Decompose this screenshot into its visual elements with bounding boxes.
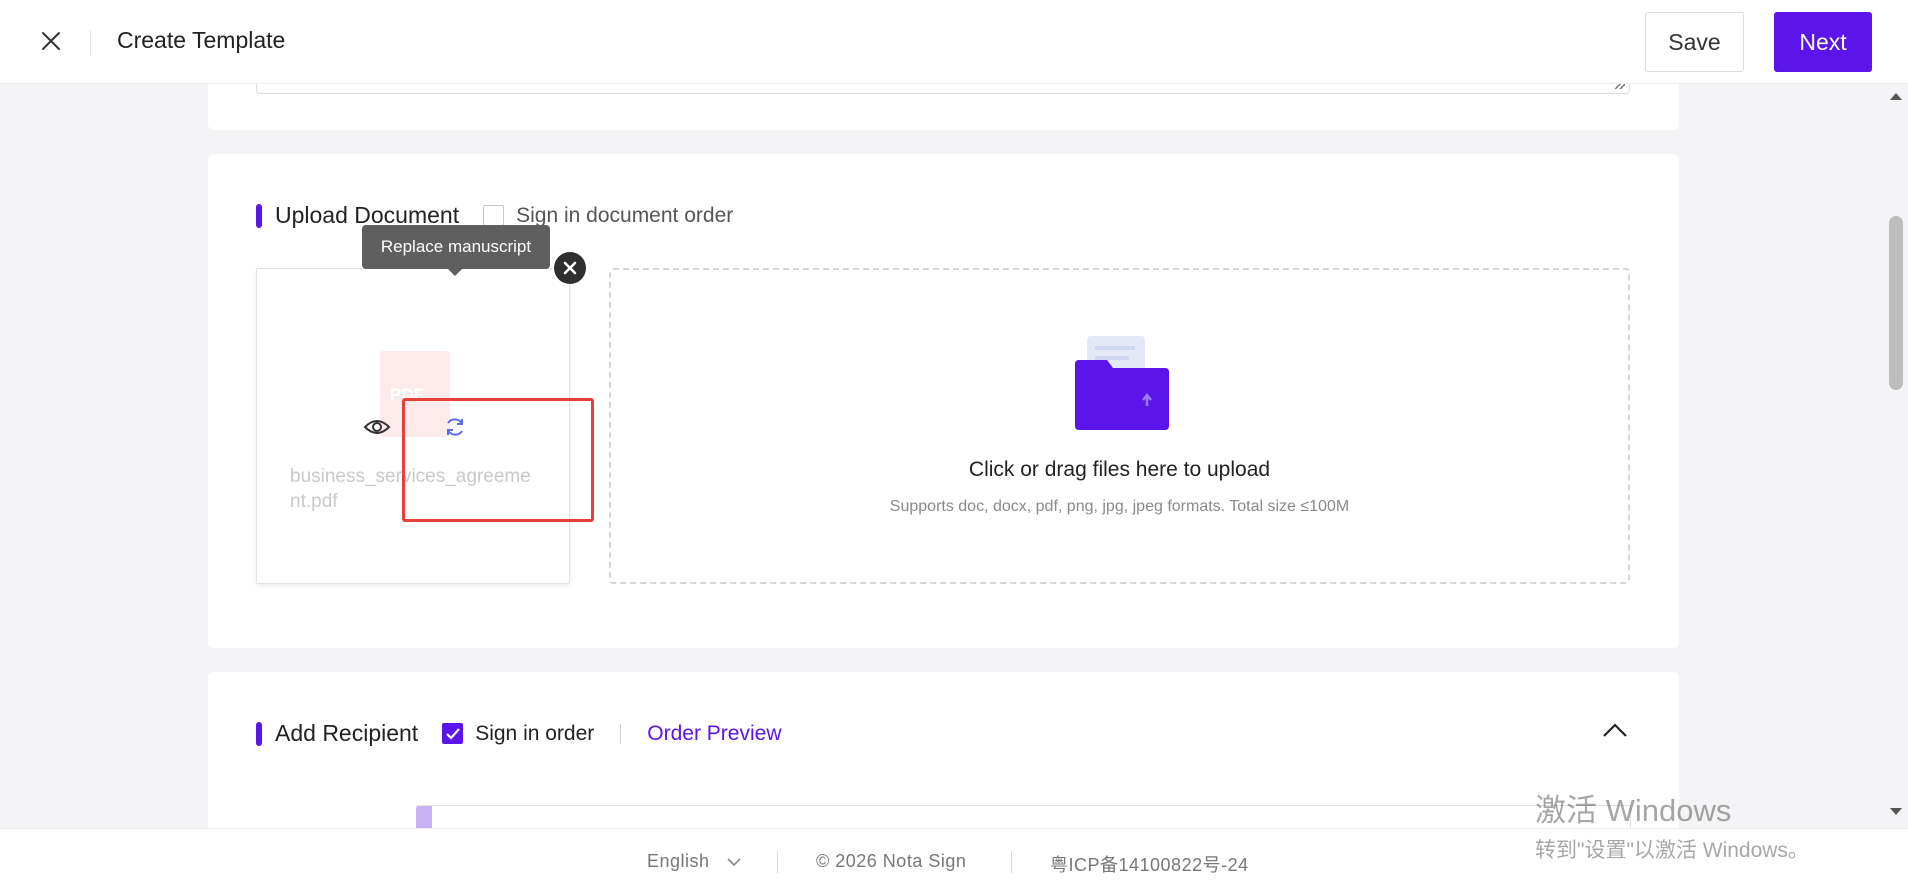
section-accent-bar bbox=[256, 721, 262, 746]
add-recipient-card: Add Recipient Sign in order Order Previe… bbox=[208, 672, 1679, 865]
icp-text[interactable]: 粤ICP备14100822号-24 bbox=[1050, 851, 1249, 877]
refresh-icon bbox=[447, 418, 463, 436]
header-separator bbox=[620, 723, 622, 744]
document-tile[interactable]: PDF business_services_agreement.pdf bbox=[256, 268, 570, 584]
replace-document-button[interactable] bbox=[443, 415, 467, 439]
scrollbar-track[interactable] bbox=[1884, 84, 1908, 828]
scrollbar-thumb[interactable] bbox=[1889, 216, 1903, 390]
order-preview-link[interactable]: Order Preview bbox=[647, 722, 781, 746]
recipient-section-header: Add Recipient Sign in order Order Previe… bbox=[256, 720, 781, 747]
page-title: Create Template bbox=[117, 27, 286, 53]
footer-separator bbox=[1011, 851, 1012, 873]
top-bar: Create Template Save Next bbox=[0, 0, 1908, 84]
copyright-text: © 2026 Nota Sign bbox=[816, 851, 967, 871]
dropzone-subtitle: Supports doc, docx, pdf, png, jpg, jpeg … bbox=[889, 498, 1350, 515]
upload-document-card: Upload Document Sign in document order P… bbox=[208, 154, 1679, 648]
remove-icon bbox=[563, 261, 577, 275]
next-button[interactable]: Next bbox=[1774, 12, 1872, 72]
document-file-name: business_services_agreement.pdf bbox=[290, 466, 531, 512]
checkmark-icon bbox=[445, 727, 460, 740]
upload-dropzone[interactable]: Click or drag files here to upload Suppo… bbox=[609, 268, 1630, 584]
save-button[interactable]: Save bbox=[1645, 12, 1744, 72]
folder-upload-icon bbox=[1075, 336, 1169, 430]
close-button[interactable] bbox=[36, 26, 66, 56]
close-icon bbox=[42, 32, 60, 50]
replace-tooltip: Replace manuscript bbox=[362, 225, 550, 276]
footer: English © 2026 Nota Sign 粤ICP备14100822号-… bbox=[0, 828, 1908, 894]
chevron-down-icon bbox=[727, 858, 741, 866]
collapse-section-button[interactable] bbox=[1600, 720, 1630, 740]
language-label: English bbox=[647, 851, 710, 871]
scroll-down-icon[interactable] bbox=[1890, 808, 1902, 815]
language-selector[interactable]: English bbox=[647, 851, 741, 872]
recipient-section-title: Add Recipient bbox=[275, 720, 419, 746]
sign-in-order-checkbox[interactable] bbox=[442, 723, 464, 744]
chevron-up-icon bbox=[1603, 723, 1627, 737]
header-divider bbox=[90, 30, 91, 56]
section-accent-bar bbox=[256, 203, 262, 228]
eye-icon bbox=[363, 420, 391, 434]
sign-in-order-label[interactable]: Sign in order bbox=[475, 722, 594, 746]
preview-button[interactable] bbox=[363, 417, 391, 437]
footer-separator bbox=[777, 851, 778, 873]
dropzone-title: Click or drag files here to upload bbox=[968, 458, 1271, 481]
scroll-up-icon[interactable] bbox=[1890, 93, 1902, 100]
remove-document-button[interactable] bbox=[554, 252, 586, 284]
pdf-thumb-label: PDF bbox=[390, 385, 424, 404]
sign-in-document-order-label[interactable]: Sign in document order bbox=[516, 204, 733, 228]
sign-in-document-order-checkbox[interactable] bbox=[483, 205, 505, 226]
